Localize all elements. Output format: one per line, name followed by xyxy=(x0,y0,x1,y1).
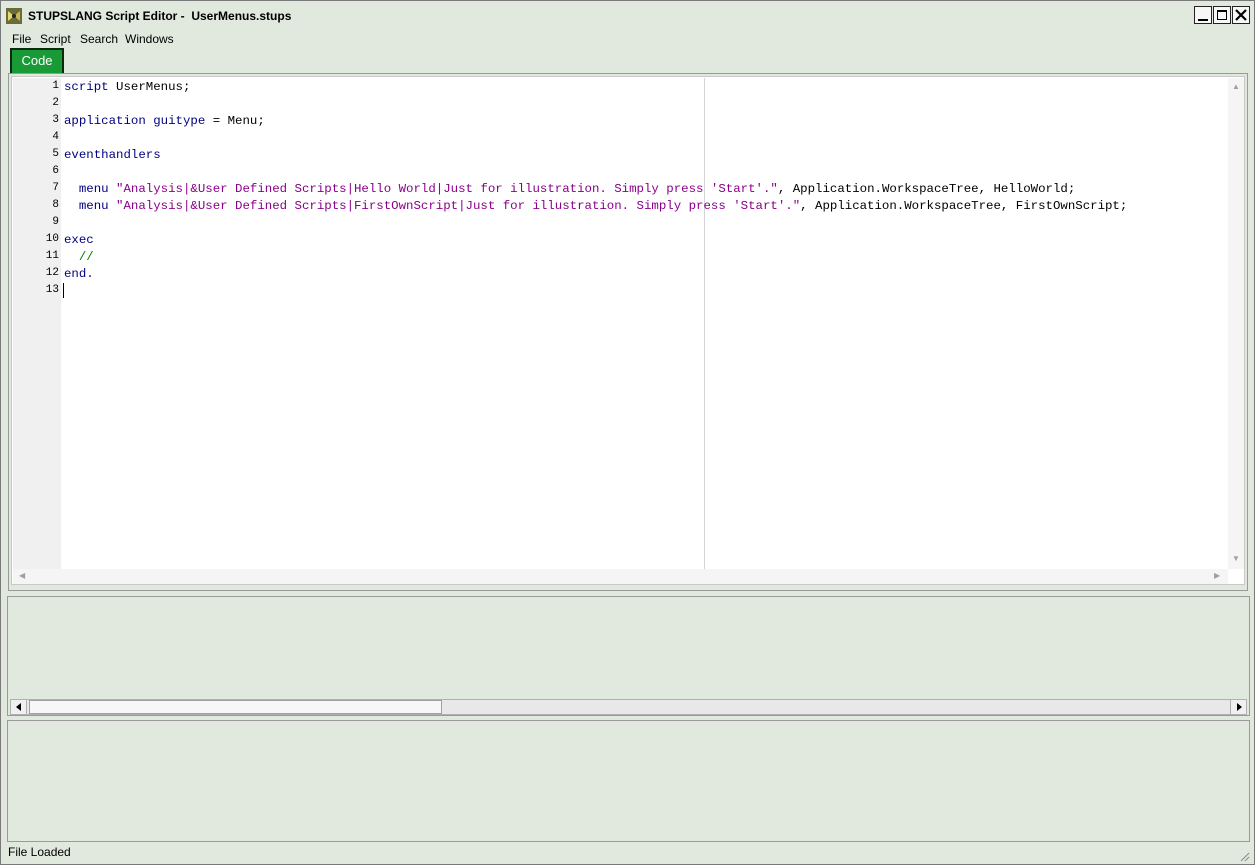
menu-file[interactable]: File xyxy=(12,32,31,46)
menu-windows[interactable]: Windows xyxy=(125,32,174,46)
code-editor[interactable]: 1 2 3 4 5 6 7 8 9 10 11 12 13 script Use… xyxy=(11,76,1245,585)
scroll-up-icon[interactable]: ▲ xyxy=(1232,82,1240,91)
menu-search[interactable]: Search xyxy=(80,32,118,46)
code-line: menu "Analysis|&User Defined Scripts|Hel… xyxy=(64,181,1075,198)
keyword: menu xyxy=(78,199,109,213)
comment: // xyxy=(64,250,94,264)
maximize-icon xyxy=(1217,10,1227,20)
minimize-button[interactable] xyxy=(1194,6,1212,24)
line-number: 6 xyxy=(52,165,59,177)
output-horizontal-scrollbar[interactable] xyxy=(10,699,1247,715)
scroll-down-icon[interactable]: ▼ xyxy=(1232,554,1240,563)
menu-script[interactable]: Script xyxy=(40,32,71,46)
keyword: eventhandlers xyxy=(64,148,161,162)
scroll-thumb[interactable] xyxy=(29,700,442,714)
log-panel xyxy=(7,720,1250,842)
scroll-right-icon[interactable]: ▶ xyxy=(1214,571,1220,580)
line-number: 9 xyxy=(52,216,59,228)
scroll-left-button[interactable] xyxy=(11,700,27,714)
string-literal: "Analysis|&User Defined Scripts|Hello Wo… xyxy=(108,182,778,196)
keyword: end. xyxy=(64,267,94,281)
scroll-right-button[interactable] xyxy=(1230,700,1246,714)
identifier: UserMenus; xyxy=(108,80,191,94)
keyword: script xyxy=(64,80,109,94)
minimize-icon xyxy=(1198,19,1208,21)
title-bar[interactable]: STUPSLANG Script Editor - UserMenus.stup… xyxy=(1,1,1254,31)
line-number: 1 xyxy=(52,80,59,92)
keyword: guitype xyxy=(153,114,206,128)
string-literal: "Analysis|&User Defined Scripts|FirstOwn… xyxy=(108,199,801,213)
line-number: 7 xyxy=(52,182,59,194)
code-text-area[interactable]: script UserMenus; application guitype = … xyxy=(62,78,1227,569)
code-line: script UserMenus; xyxy=(64,79,190,96)
line-number-gutter: 1 2 3 4 5 6 7 8 9 10 11 12 13 xyxy=(13,78,61,569)
code-line: eventhandlers xyxy=(64,147,161,164)
status-bar: File Loaded xyxy=(1,843,1254,864)
identifier: = Menu; xyxy=(205,114,265,128)
identifier: , Application.WorkspaceTree, HelloWorld; xyxy=(777,182,1076,196)
keyword: application xyxy=(64,114,146,128)
line-number: 10 xyxy=(45,233,59,245)
identifier: , Application.WorkspaceTree, FirstOwnScr… xyxy=(800,199,1128,213)
close-icon xyxy=(1235,9,1247,21)
maximize-button[interactable] xyxy=(1213,6,1231,24)
text-caret xyxy=(63,283,64,298)
code-line: exec xyxy=(64,232,94,249)
output-panel xyxy=(7,596,1250,716)
scroll-left-icon[interactable]: ◀ xyxy=(19,571,25,580)
resize-grip-icon[interactable] xyxy=(1238,850,1250,862)
code-line: // xyxy=(64,249,94,266)
line-number: 8 xyxy=(52,199,59,211)
arrow-left-icon xyxy=(16,703,21,711)
status-text: File Loaded xyxy=(8,845,71,859)
tab-code[interactable]: Code xyxy=(10,48,64,73)
code-line: menu "Analysis|&User Defined Scripts|Fir… xyxy=(64,198,1127,215)
edge-guide-line xyxy=(704,78,705,569)
code-line: end. xyxy=(64,266,94,283)
line-number: 12 xyxy=(45,267,59,279)
app-icon xyxy=(6,8,22,24)
keyword: menu xyxy=(78,182,109,196)
editor-horizontal-scrollbar[interactable]: ◀ ▶ xyxy=(13,569,1228,584)
line-number: 4 xyxy=(52,131,59,143)
line-number: 2 xyxy=(52,97,59,109)
arrow-right-icon xyxy=(1237,703,1242,711)
keyword: exec xyxy=(64,233,94,247)
line-number: 11 xyxy=(45,250,59,262)
code-line: application guitype = Menu; xyxy=(64,113,265,130)
close-button[interactable] xyxy=(1232,6,1250,24)
editor-window: STUPSLANG Script Editor - UserMenus.stup… xyxy=(0,0,1255,865)
window-title: STUPSLANG Script Editor - UserMenus.stup… xyxy=(28,9,292,23)
line-number: 5 xyxy=(52,148,59,160)
line-number: 13 xyxy=(45,284,59,296)
editor-vertical-scrollbar[interactable]: ▲ ▼ xyxy=(1228,78,1244,569)
line-number: 3 xyxy=(52,114,59,126)
